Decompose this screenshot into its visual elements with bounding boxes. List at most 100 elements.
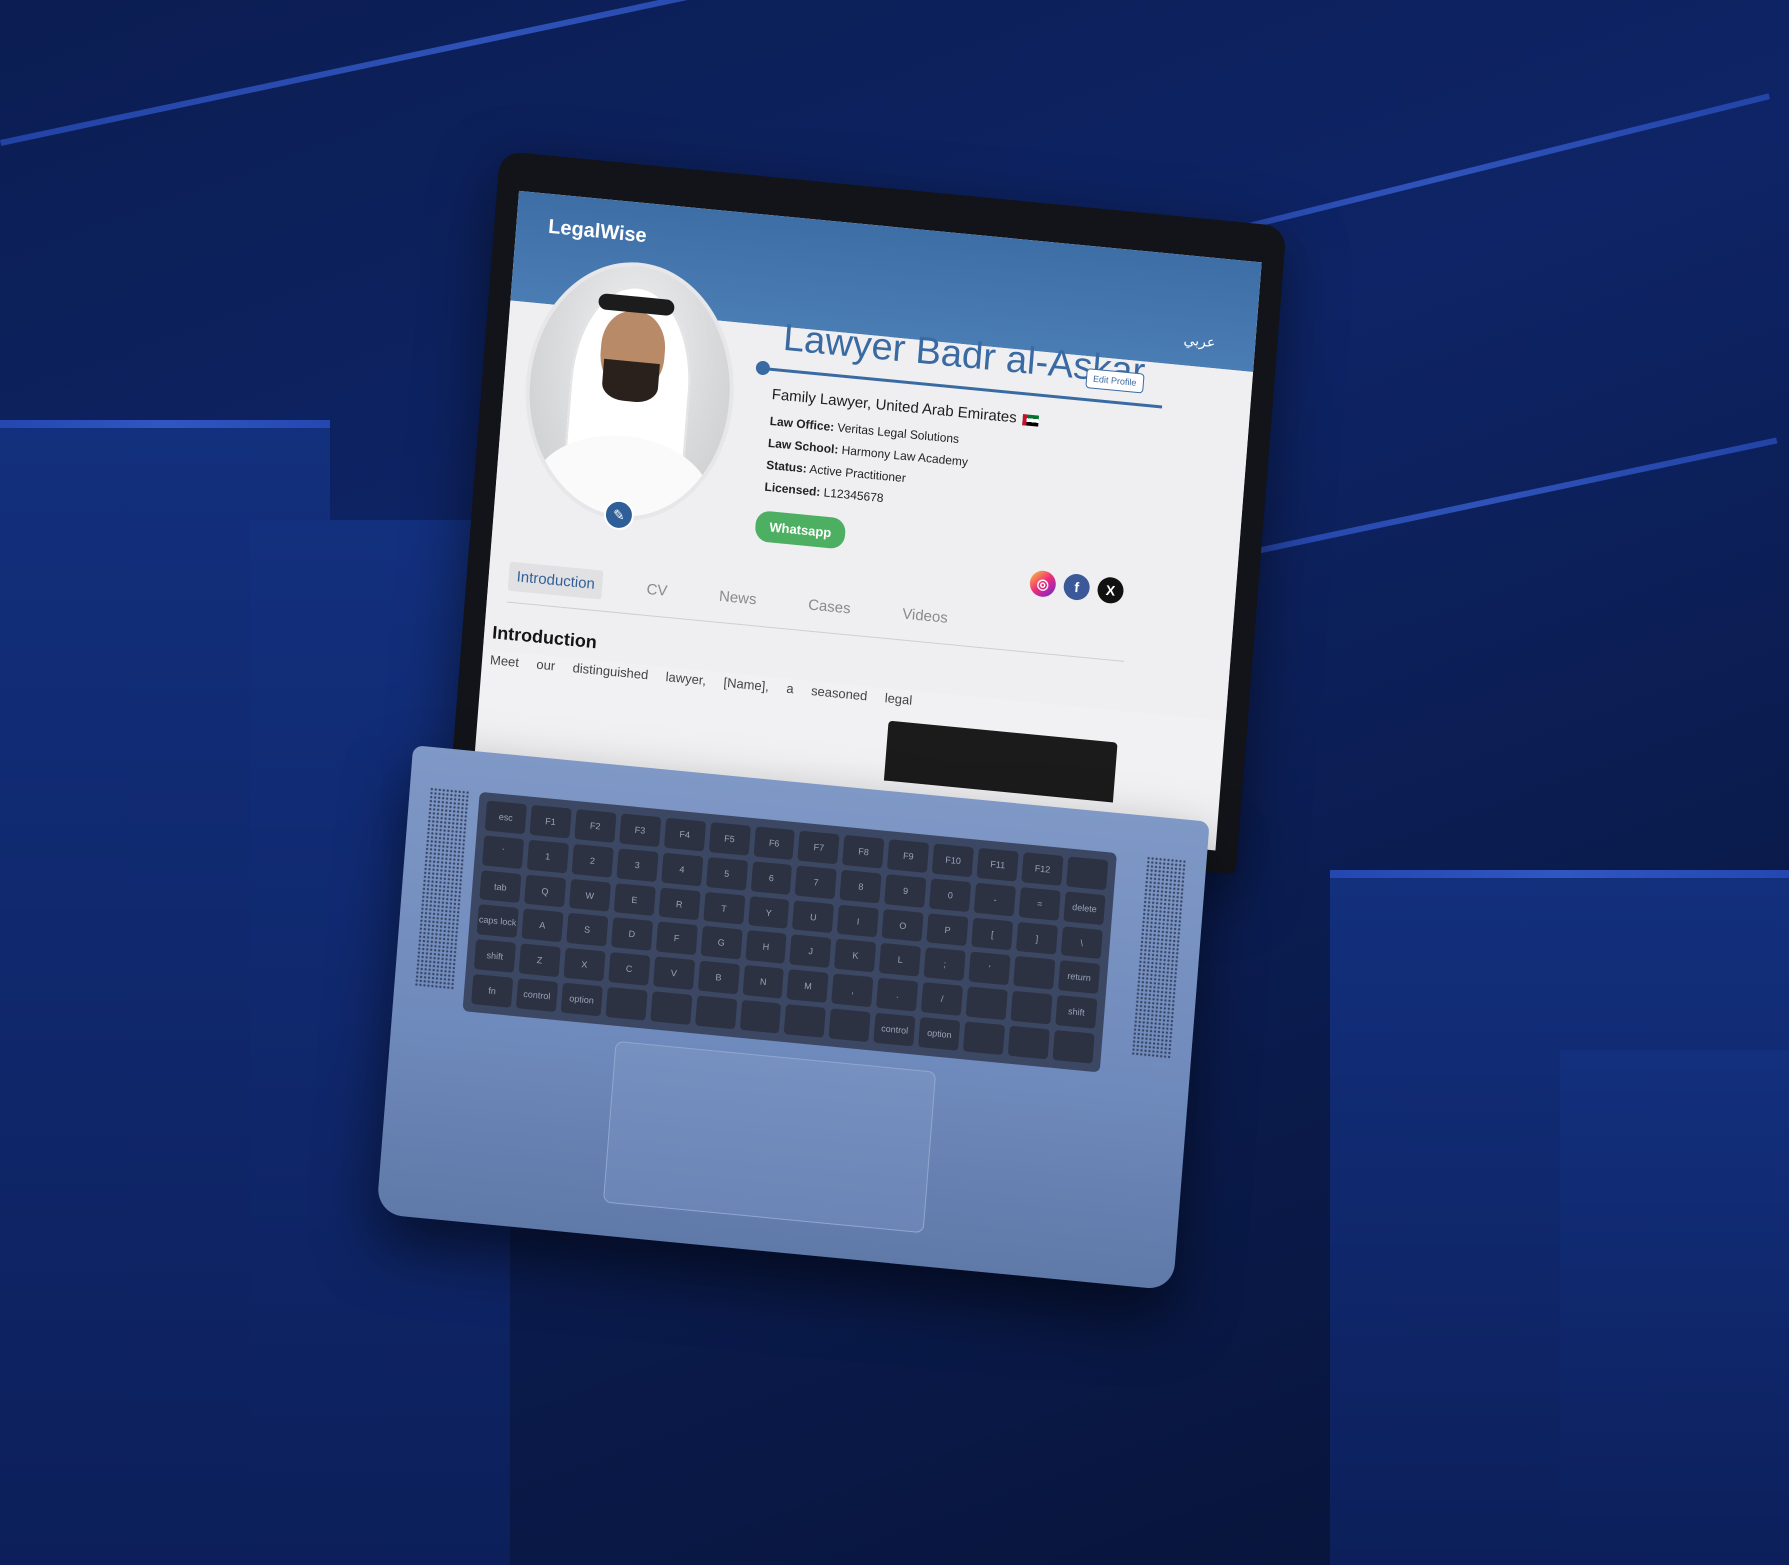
keyboard-key[interactable]: L bbox=[879, 943, 922, 977]
tab-news[interactable]: News bbox=[710, 581, 766, 615]
keyboard-key[interactable]: [ bbox=[971, 917, 1014, 951]
keyboard-key[interactable] bbox=[694, 995, 737, 1030]
keyboard-key[interactable]: fn bbox=[471, 974, 514, 1008]
keyboard-key[interactable]: 4 bbox=[660, 852, 704, 887]
keyboard-key[interactable]: 6 bbox=[750, 861, 793, 895]
tab-videos[interactable]: Videos bbox=[893, 599, 957, 634]
keyboard-key[interactable]: E bbox=[613, 882, 656, 917]
keyboard-key[interactable]: R bbox=[658, 887, 701, 921]
keyboard-key[interactable] bbox=[828, 1008, 872, 1043]
keyboard-key[interactable] bbox=[605, 987, 648, 1021]
keyboard-key[interactable]: F4 bbox=[663, 817, 706, 852]
keyboard-key[interactable]: T bbox=[702, 891, 746, 926]
keyboard-key[interactable]: return bbox=[1058, 960, 1101, 995]
keyboard-key[interactable] bbox=[1066, 856, 1109, 891]
keyboard-key[interactable]: control bbox=[873, 1012, 916, 1047]
keyboard-key[interactable]: D bbox=[610, 917, 653, 952]
keyboard-key[interactable]: - bbox=[974, 882, 1017, 917]
keyboard-key[interactable] bbox=[1010, 991, 1053, 1025]
keyboard-key[interactable]: / bbox=[921, 982, 964, 1017]
keyboard-key[interactable] bbox=[1052, 1030, 1095, 1064]
intro-text: Meet our distinguished lawyer, [Name], a… bbox=[489, 652, 913, 708]
keyboard-key[interactable]: control bbox=[515, 978, 558, 1012]
keyboard-key[interactable]: option bbox=[560, 982, 603, 1017]
keyboard-key[interactable]: F bbox=[655, 921, 698, 956]
keyboard-key[interactable]: F7 bbox=[797, 830, 840, 865]
keyboard-key[interactable]: F3 bbox=[618, 813, 662, 847]
keyboard-key[interactable]: ' bbox=[968, 952, 1011, 986]
keyboard-key[interactable]: G bbox=[700, 926, 743, 960]
keyboard-key[interactable]: J bbox=[789, 934, 832, 969]
keyboard-key[interactable]: S bbox=[566, 913, 609, 947]
keyboard-key[interactable] bbox=[1007, 1025, 1050, 1060]
facebook-icon[interactable]: f bbox=[1062, 572, 1091, 602]
keyboard-key[interactable]: , bbox=[831, 973, 874, 1008]
keyboard-key[interactable]: M bbox=[786, 969, 830, 1004]
keyboard-key[interactable]: shift bbox=[1055, 995, 1098, 1029]
tab-cv[interactable]: CV bbox=[637, 574, 676, 606]
keyboard-key[interactable]: ; bbox=[923, 947, 966, 982]
keyboard-key[interactable]: W bbox=[568, 878, 611, 913]
keyboard-key[interactable]: tab bbox=[479, 869, 522, 904]
keyboard-key[interactable]: H bbox=[744, 930, 788, 965]
keyboard-key[interactable]: U bbox=[792, 900, 835, 934]
background-edge bbox=[0, 420, 330, 428]
keyboard-key[interactable]: F6 bbox=[753, 826, 796, 860]
keyboard-key[interactable]: option bbox=[918, 1017, 961, 1051]
keyboard-key[interactable]: 3 bbox=[616, 848, 659, 882]
keyboard-key[interactable]: F12 bbox=[1021, 852, 1064, 886]
language-switch[interactable]: عربي bbox=[1183, 331, 1216, 351]
keyboard-key[interactable]: F11 bbox=[976, 847, 1019, 882]
keyboard-key[interactable]: C bbox=[608, 952, 651, 986]
keyboard-key[interactable] bbox=[650, 991, 693, 1025]
keyboard-key[interactable]: O bbox=[881, 908, 924, 943]
keyboard-key[interactable]: P bbox=[926, 913, 969, 947]
keyboard-key[interactable]: F10 bbox=[932, 843, 975, 878]
keyboard-key[interactable]: Q bbox=[524, 874, 567, 908]
keyboard-key[interactable]: F5 bbox=[708, 822, 751, 856]
keyboard-key[interactable]: 9 bbox=[884, 873, 927, 908]
keyboard-key[interactable]: X bbox=[563, 947, 606, 982]
keyboard-key[interactable]: F8 bbox=[842, 834, 885, 869]
keyboard-key[interactable]: . bbox=[876, 978, 919, 1012]
keyboard-key[interactable]: N bbox=[742, 965, 785, 999]
keyboard-key[interactable]: B bbox=[697, 960, 740, 995]
keyboard-key[interactable] bbox=[784, 1004, 827, 1038]
video-thumbnail[interactable] bbox=[883, 720, 1118, 803]
brand-logo[interactable]: LegalWise bbox=[547, 216, 647, 248]
x-icon[interactable]: X bbox=[1096, 576, 1125, 605]
keyboard-key[interactable]: F1 bbox=[529, 804, 572, 839]
instagram-icon[interactable]: ◎ bbox=[1028, 569, 1057, 599]
keyboard-key[interactable]: caps lock bbox=[476, 904, 519, 939]
keyboard-key[interactable]: 8 bbox=[839, 869, 882, 904]
keyboard-key[interactable]: delete bbox=[1063, 891, 1106, 925]
keyboard-key[interactable] bbox=[965, 986, 1008, 1021]
whatsapp-button[interactable]: Whatsapp bbox=[754, 510, 847, 550]
keyboard-key[interactable] bbox=[963, 1021, 1006, 1056]
keyboard-key[interactable]: = bbox=[1018, 886, 1061, 921]
trackpad[interactable] bbox=[602, 1040, 937, 1234]
keyboard-key[interactable]: 7 bbox=[795, 865, 838, 899]
tab-cases[interactable]: Cases bbox=[799, 590, 860, 625]
keyboard-key[interactable]: ` bbox=[482, 835, 525, 869]
keyboard-key[interactable]: 2 bbox=[571, 843, 614, 878]
keyboard-key[interactable]: K bbox=[834, 939, 877, 973]
tab-introduction[interactable]: Introduction bbox=[507, 561, 604, 600]
keyboard-key[interactable]: esc bbox=[484, 800, 527, 835]
keyboard-key[interactable] bbox=[1013, 956, 1056, 990]
keyboard-key[interactable]: Y bbox=[747, 895, 790, 930]
keyboard-key[interactable]: \ bbox=[1060, 925, 1103, 960]
keyboard-key[interactable]: shift bbox=[473, 939, 516, 973]
laptop: LegalWise عربي ✎ Lawyer Badr al-Askar Ed… bbox=[366, 147, 1376, 1431]
keyboard-key[interactable]: ] bbox=[1016, 921, 1059, 956]
keyboard-key[interactable]: 0 bbox=[929, 878, 972, 912]
keyboard-key[interactable]: 1 bbox=[526, 839, 569, 874]
keyboard-key[interactable] bbox=[739, 999, 782, 1034]
keyboard-key[interactable]: 5 bbox=[705, 856, 748, 891]
keyboard-key[interactable]: V bbox=[652, 956, 695, 991]
keyboard-key[interactable]: F2 bbox=[574, 809, 617, 843]
keyboard-key[interactable]: F9 bbox=[887, 839, 930, 873]
keyboard-key[interactable]: Z bbox=[518, 943, 561, 978]
keyboard-key[interactable]: A bbox=[521, 908, 564, 943]
keyboard-key[interactable]: I bbox=[837, 904, 880, 938]
